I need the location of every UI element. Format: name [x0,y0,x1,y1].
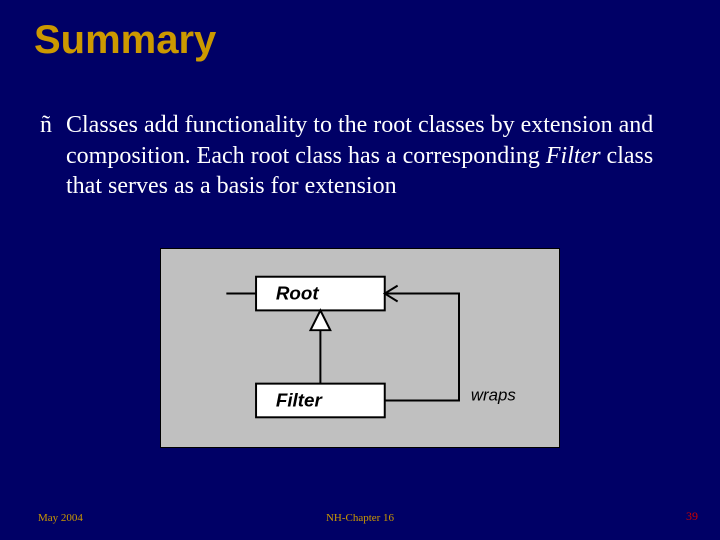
bullet-text-emph: Filter [546,143,601,169]
wraps-line [385,294,459,401]
bullet-item: ñ Classes add functionality to the root … [40,110,680,202]
bullet-marker: ñ [40,110,66,202]
footer-chapter: NH-Chapter 16 [0,512,720,524]
slide-title: Summary [34,18,216,63]
bullet-text: Classes add functionality to the root cl… [66,110,680,202]
page-number: 39 [686,509,698,524]
uml-diagram: Root Filter wraps [160,248,560,448]
filter-box-label: Filter [276,389,324,410]
root-box-label: Root [276,282,320,303]
wraps-label: wraps [471,385,516,404]
slide: Summary ñ Classes add functionality to t… [0,0,720,540]
diagram-svg: Root Filter wraps [161,249,559,447]
inheritance-arrowhead [311,310,331,330]
